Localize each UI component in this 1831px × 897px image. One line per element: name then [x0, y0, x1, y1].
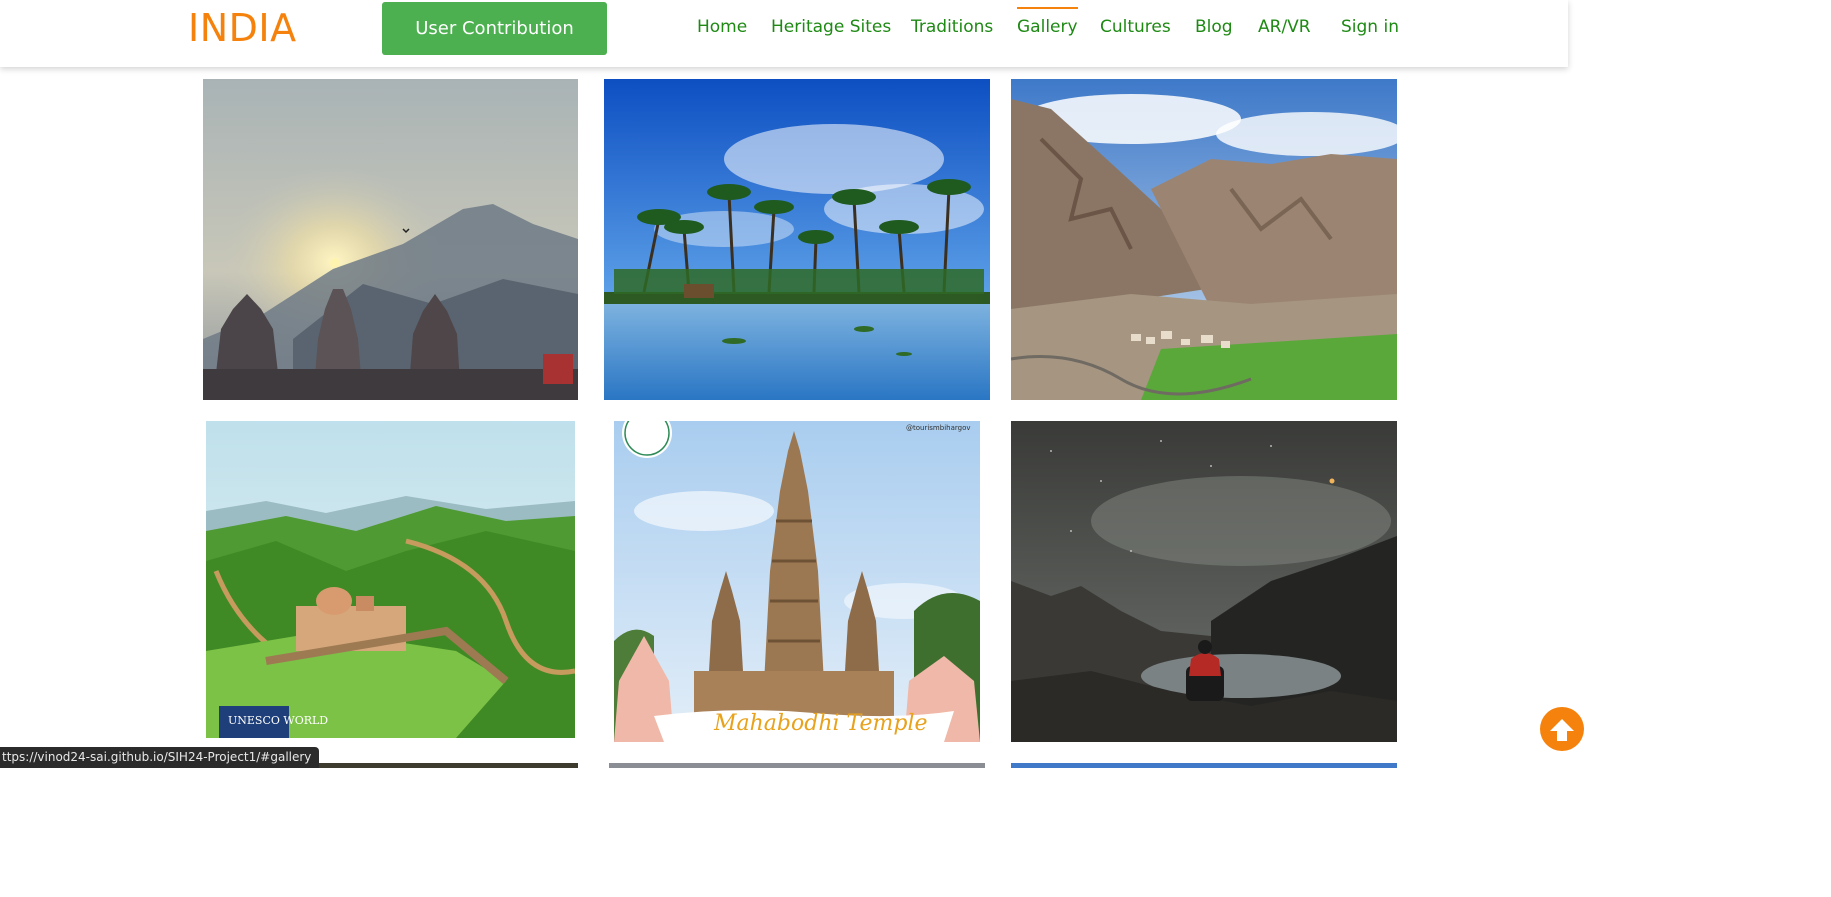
- gallery-image-hill-fort[interactable]: UNESCO WORLD: [206, 421, 575, 738]
- gallery-image-row3-right[interactable]: [1011, 763, 1397, 768]
- tourism-handle: @tourismbihargov: [906, 424, 971, 432]
- night-lake-picture: [1011, 421, 1397, 742]
- gallery-image-mahabodhi-temple[interactable]: @tourismbihargov Mahabodhi Temple: [614, 421, 980, 742]
- status-bar-url: ttps://vinod24-sai.github.io/SIH24-Proje…: [0, 747, 320, 768]
- nav-sign-in[interactable]: Sign in: [1341, 17, 1399, 37]
- gallery-image-night-lake[interactable]: [1011, 421, 1397, 742]
- gallery-image-palm-lagoon[interactable]: [604, 79, 990, 400]
- hill-fort-picture: [206, 421, 575, 738]
- site-header: INDIA User Contribution Home Heritage Si…: [0, 0, 1568, 67]
- nav-home[interactable]: Home: [697, 17, 747, 37]
- brand-logo[interactable]: INDIA: [188, 6, 297, 50]
- gallery-image-row3-center[interactable]: [609, 763, 985, 768]
- palm-lagoon-picture: [604, 79, 990, 400]
- gallery-image-temples-sunrise[interactable]: [203, 79, 578, 400]
- unesco-badge: UNESCO WORLD: [228, 714, 329, 727]
- nav-blog[interactable]: Blog: [1195, 17, 1233, 37]
- nav-cultures[interactable]: Cultures: [1100, 17, 1171, 37]
- mahabodhi-caption: Mahabodhi Temple: [714, 711, 928, 736]
- nav-gallery[interactable]: Gallery: [1017, 7, 1078, 37]
- nav-heritage-sites[interactable]: Heritage Sites: [771, 17, 891, 37]
- mahabodhi-temple-picture: [614, 421, 980, 742]
- scroll-to-top-button[interactable]: [1540, 707, 1584, 751]
- nav-ar-vr[interactable]: AR/VR: [1258, 17, 1311, 37]
- mountain-valley-picture: [1011, 79, 1397, 400]
- temples-sunrise-picture: [203, 79, 578, 400]
- arrow-up-icon: [1550, 719, 1574, 741]
- nav-traditions[interactable]: Traditions: [911, 17, 993, 37]
- gallery-image-mountain-valley[interactable]: [1011, 79, 1397, 400]
- user-contribution-button[interactable]: User Contribution: [382, 2, 607, 55]
